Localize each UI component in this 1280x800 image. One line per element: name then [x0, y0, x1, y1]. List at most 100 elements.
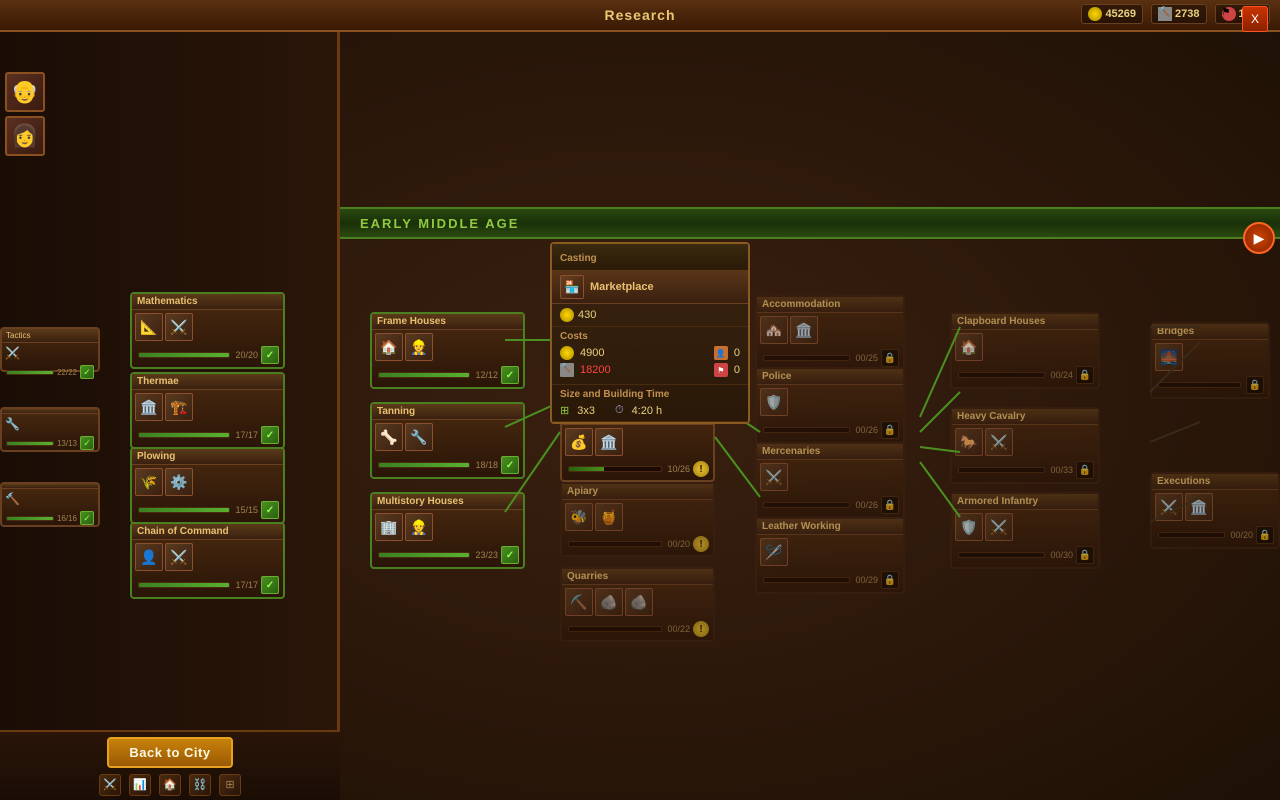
tech-node-frame-houses[interactable]: Frame Houses 🏠 👷 12/12 ✓ [370, 312, 525, 389]
executions-label: 00/20 [1230, 530, 1253, 540]
left-edge-label-3: 16/16 [57, 514, 77, 523]
cost-tools-val: 18200 [580, 364, 611, 376]
tanning-icon1: 🦴 [375, 423, 403, 451]
tech-node-armored-infantry[interactable]: Armored Infantry 🛡️ ⚔️ 00/30 🔒 [950, 492, 1100, 569]
mercenaries-bar [763, 502, 850, 508]
tech-node-executions[interactable]: Executions ⚔️ 🏛️ 00/20 🔒 [1150, 472, 1280, 549]
mathematics-check: ✓ [261, 346, 279, 364]
armored-infantry-body: 🛡️ ⚔️ [952, 510, 1098, 544]
tools-resource: 🔨 2738 [1151, 4, 1206, 24]
executions-icon2: 🏛️ [1185, 493, 1213, 521]
avatar-1[interactable]: 👴 [5, 72, 45, 112]
bottom-icon-grid[interactable]: ⊞ [219, 774, 241, 796]
close-button[interactable]: X [1242, 6, 1268, 32]
bottom-icon-sword[interactable]: ⚔️ [99, 774, 121, 796]
bottom-bar: Back to City ⚔️ 📊 🏠 ⛓️ ⊞ [0, 730, 340, 800]
back-to-city-button[interactable]: Back to City [107, 737, 232, 768]
apiary-header: Apiary [562, 484, 713, 500]
gold-resource: 45269 [1081, 4, 1143, 24]
executions-progress: 00/20 🔒 [1152, 524, 1278, 547]
flag-icon: ⚑ [1222, 7, 1236, 21]
multistory-label: 23/23 [475, 550, 498, 560]
hammer-icon: 🔨 [1158, 7, 1172, 21]
nav-right-button[interactable]: ▶ [1243, 222, 1275, 254]
leather-header: Leather Working [757, 519, 903, 535]
heavy-cavalry-bar [958, 467, 1045, 473]
bottom-icon-chain[interactable]: ⛓️ [189, 774, 211, 796]
apiary-icon1: 🐝 [565, 503, 593, 531]
tech-node-chain-of-command[interactable]: Chain of Command 👤 ⚔️ 17/17 ✓ [130, 522, 285, 599]
police-lock: 🔒 [881, 421, 899, 439]
plowing-check: ✓ [261, 501, 279, 519]
leather-body: 🪡 [757, 535, 903, 569]
multistory-icon1: 🏢 [375, 513, 403, 541]
left-edge-node-1[interactable]: Tactics ⚔️ 22/22 ✓ [0, 327, 100, 372]
plowing-progress-row: 15/15 ✓ [132, 499, 283, 522]
police-body: 🛡️ [757, 385, 903, 419]
bottom-icon-house[interactable]: 🏠 [159, 774, 181, 796]
thermae-progress-row: 17/17 ✓ [132, 424, 283, 447]
avatar-container: 👴 👩 [5, 72, 45, 156]
quarries-progress: 00/22 ! [562, 619, 713, 640]
tech-node-thermae[interactable]: Thermae 🏛️ 🏗️ 17/17 ✓ [130, 372, 285, 449]
tech-node-heavy-cavalry[interactable]: Heavy Cavalry 🐎 ⚔️ 00/33 🔒 [950, 407, 1100, 484]
avatar-2[interactable]: 👩 [5, 116, 45, 156]
police-bar [763, 427, 850, 433]
frame-houses-bar [378, 372, 470, 378]
multistory-fill [379, 553, 469, 557]
tanning-check: ✓ [501, 456, 519, 474]
plowing-header: Plowing [132, 449, 283, 465]
tech-node-tanning[interactable]: Tanning 🦴 🔧 18/18 ✓ [370, 402, 525, 479]
bottom-icon-chart[interactable]: 📊 [129, 774, 151, 796]
heavy-cavalry-icon2: ⚔️ [985, 428, 1013, 456]
tech-node-mercenaries[interactable]: Mercenaries ⚔️ 00/26 🔒 [755, 442, 905, 519]
cost-row-tools: 🔨 18200 ⚑ 0 [560, 363, 740, 377]
left-edge-label-1: 22/22 [57, 368, 77, 377]
accommodation-lock: 🔒 [881, 349, 899, 367]
tech-node-police[interactable]: Police 🛡️ 00/26 🔒 [755, 367, 905, 444]
armored-infantry-progress: 00/30 🔒 [952, 544, 1098, 567]
frame-houses-body: 🏠 👷 [372, 330, 523, 364]
cost-pop2-val: 0 [734, 364, 740, 376]
frame-houses-fill [379, 373, 469, 377]
leather-label: 00/29 [855, 575, 878, 585]
police-label: 00/26 [855, 425, 878, 435]
tooltip-size-section: Size and Building Time ⊞ 3x3 ⏱ 4:20 h [552, 385, 748, 422]
mathematics-progress-fill [139, 353, 229, 357]
left-edge-fill-2 [7, 442, 53, 445]
tooltip-points-icon [560, 308, 574, 322]
tech-node-accommodation[interactable]: Accommodation 🏘️ 🏛️ 00/25 🔒 [755, 295, 905, 372]
tanning-fill [379, 463, 469, 467]
left-edge-node-3[interactable]: 🔨 16/16 ✓ [0, 482, 100, 527]
economics-icon2: 🏛️ [595, 428, 623, 456]
accommodation-header: Accommodation [757, 297, 903, 313]
thermae-progress-bar [138, 432, 230, 438]
tech-node-apiary[interactable]: Apiary 🐝 🍯 00/20 ! [560, 482, 715, 557]
tech-node-quarries[interactable]: Quarries ⛏️ 🪨 🪨 00/22 ! [560, 567, 715, 642]
age-label: EARLY MIDDLE AGE [340, 207, 1280, 239]
left-edge-fill-3 [7, 517, 53, 520]
tech-node-mathematics[interactable]: Mathematics 📐 ⚔️ 20/20 ✓ [130, 292, 285, 369]
leather-lock: 🔒 [881, 571, 899, 589]
left-edge-progress-3: 16/16 ✓ [2, 509, 98, 527]
tech-node-bridges[interactable]: Bridges 🌉 🔒 [1150, 322, 1270, 399]
tech-node-multistory[interactable]: Multistory Houses 🏢 👷 23/23 ✓ [370, 492, 525, 569]
frame-houses-icon2: 👷 [405, 333, 433, 361]
quarries-bar [568, 626, 662, 632]
left-edge-fill-1 [7, 371, 53, 374]
clapboard-header: Clapboard Houses [952, 314, 1098, 330]
quarries-icon3: 🪨 [625, 588, 653, 616]
executions-header: Executions [1152, 474, 1278, 490]
apiary-hint: ! [693, 536, 709, 552]
tooltip-size-row: ⊞ 3x3 ⏱ 4:20 h [560, 404, 740, 417]
mathematics-progress-label: 20/20 [235, 350, 258, 360]
tooltip-costs: Costs 4900 👤 0 🔨 18200 ⚑ 0 [552, 327, 748, 385]
tech-node-leather-working[interactable]: Leather Working 🪡 00/29 🔒 [755, 517, 905, 594]
multistory-body: 🏢 👷 [372, 510, 523, 544]
tooltip-points-val: 430 [578, 309, 596, 321]
heavy-cavalry-header: Heavy Cavalry [952, 409, 1098, 425]
tech-node-plowing[interactable]: Plowing 🌾 ⚙️ 15/15 ✓ [130, 447, 285, 524]
mercenaries-icon1: ⚔️ [760, 463, 788, 491]
tech-node-clapboard[interactable]: Clapboard Houses 🏠 00/24 🔒 [950, 312, 1100, 389]
left-edge-node-2[interactable]: 🔧 13/13 ✓ [0, 407, 100, 452]
